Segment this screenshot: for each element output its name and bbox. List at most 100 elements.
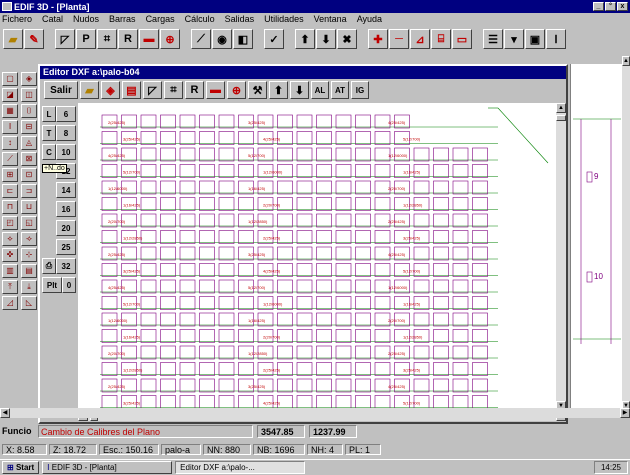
render-icon[interactable]: ◧ xyxy=(233,29,253,49)
tool-icon-23[interactable]: ✜ xyxy=(2,248,18,262)
target-icon[interactable]: ⊕ xyxy=(160,29,180,49)
layers-icon[interactable]: ◈ xyxy=(101,81,120,99)
p-button[interactable]: P xyxy=(76,29,96,49)
tool-icon-27[interactable]: ⤒ xyxy=(2,280,18,294)
column-icon[interactable]: Ⅰ xyxy=(546,29,566,49)
level-value[interactable]: 6 xyxy=(56,106,76,122)
tool-icon-4[interactable]: ◫ xyxy=(21,88,37,102)
edit-icon[interactable]: ✎ xyxy=(24,29,44,49)
plus-icon[interactable]: ✚ xyxy=(368,29,388,49)
tool-icon-3[interactable]: ◪ xyxy=(2,88,18,102)
menu-catal[interactable]: Catal xyxy=(42,14,63,24)
line-icon[interactable]: ─ xyxy=(389,29,409,49)
level-tag[interactable]: L xyxy=(42,106,56,122)
menu-barras[interactable]: Barras xyxy=(109,14,136,24)
level-value[interactable]: 20 xyxy=(56,220,76,236)
tool-icon-19[interactable]: ◰ xyxy=(2,216,18,230)
tool-icon-22[interactable]: ⟢ xyxy=(21,232,37,246)
up-arrow-icon[interactable]: ⬆ xyxy=(269,81,288,99)
taskbar-editor-button[interactable]: Editor DXF a:\palo-... xyxy=(175,461,306,474)
menu-utilidades[interactable]: Utilidades xyxy=(264,14,304,24)
beam-icon[interactable]: ▬ xyxy=(206,81,225,99)
print-icon[interactable]: ⎙ xyxy=(42,258,56,274)
tool-icon-12[interactable]: ⊠ xyxy=(21,152,37,166)
level-value[interactable]: 10 xyxy=(56,144,76,160)
ig-button[interactable]: IG xyxy=(351,81,369,99)
tool-icon-7[interactable]: Ⅰ xyxy=(2,120,18,134)
tool-icon-14[interactable]: ⊡ xyxy=(21,168,37,182)
r-button[interactable]: R xyxy=(118,29,138,49)
menu-ayuda[interactable]: Ayuda xyxy=(357,14,382,24)
main-horizontal-scrollbar[interactable]: ◀ ▶ xyxy=(0,408,630,418)
tool-icon-8[interactable]: ⊟ xyxy=(21,120,37,134)
structure-icon[interactable]: ⌗ xyxy=(164,81,183,99)
tool-icon-26[interactable]: ▤ xyxy=(21,264,37,278)
r-button[interactable]: R xyxy=(185,81,204,99)
scroll-up-icon[interactable]: ▲ xyxy=(556,103,566,113)
vertical-scrollbar[interactable]: ▲ ▼ xyxy=(556,103,566,411)
menu-salidas[interactable]: Salidas xyxy=(225,14,255,24)
minimize-button[interactable]: _ xyxy=(593,2,604,11)
start-button[interactable]: ⊞ Start xyxy=(2,461,40,474)
close-button[interactable]: x xyxy=(617,2,628,11)
level-value[interactable]: 8 xyxy=(56,125,76,141)
tool-icon-16[interactable]: ⊐ xyxy=(21,184,37,198)
menu-nudos[interactable]: Nudos xyxy=(73,14,99,24)
select-icon[interactable]: ◸ xyxy=(55,29,75,49)
tool-icon-9[interactable]: ↕ xyxy=(2,136,18,150)
camera-icon[interactable]: ◉ xyxy=(212,29,232,49)
frame-icon[interactable]: ⊿ xyxy=(410,29,430,49)
main-scroll-up-icon[interactable]: ▲ xyxy=(622,56,630,66)
structure-icon[interactable]: ⌗ xyxy=(97,29,117,49)
main-scroll-right-icon[interactable]: ▶ xyxy=(620,408,630,418)
window-icon[interactable]: ▣ xyxy=(525,29,545,49)
open-icon[interactable]: ▰ xyxy=(80,81,99,99)
main-scroll-left-icon[interactable]: ◀ xyxy=(0,408,10,418)
dropdown-icon[interactable]: ▾ xyxy=(504,29,524,49)
tool-icon-6[interactable]: ⌷ xyxy=(21,104,37,118)
tool-icon-15[interactable]: ⊏ xyxy=(2,184,18,198)
level-value[interactable]: 25 xyxy=(56,239,76,255)
down-arrow-icon[interactable]: ⬇ xyxy=(316,29,336,49)
view-icon[interactable]: ⟋ xyxy=(191,29,211,49)
tool-icon-1[interactable]: ▢ xyxy=(2,72,18,86)
block-icon[interactable]: ▭ xyxy=(452,29,472,49)
level-tag[interactable]: C xyxy=(42,144,56,160)
level-tag[interactable]: T xyxy=(42,125,56,141)
cross-icon[interactable]: ✖ xyxy=(337,29,357,49)
drawing-canvas[interactable]: 2(25/425) 3(25/425) 4(25/425) 3(25/425) 4(25… xyxy=(78,103,556,411)
menu-fichero[interactable]: Fichero xyxy=(2,14,32,24)
wrench-icon[interactable]: ⚒ xyxy=(248,81,267,99)
target-icon[interactable]: ⊕ xyxy=(227,81,246,99)
tool-icon-25[interactable]: ▥ xyxy=(2,264,18,278)
tool-icon-11[interactable]: ⟋ xyxy=(2,152,18,166)
tool-icon-24[interactable]: ⊹ xyxy=(21,248,37,262)
restore-button[interactable]: ° xyxy=(605,2,616,11)
select-icon[interactable]: ◸ xyxy=(143,81,162,99)
tool-icon-10[interactable]: ◬ xyxy=(21,136,37,150)
level-value[interactable]: 0 xyxy=(62,277,76,293)
level-tag[interactable]: Plt xyxy=(42,277,62,293)
at-button[interactable]: AT xyxy=(331,81,349,99)
menu-ventana[interactable]: Ventana xyxy=(314,14,347,24)
tool-icon-30[interactable]: ◺ xyxy=(21,296,37,310)
scroll-thumb[interactable] xyxy=(556,115,566,121)
tool-icon-29[interactable]: ◿ xyxy=(2,296,18,310)
down-arrow-icon[interactable]: ⬇ xyxy=(290,81,309,99)
main-vertical-scrollbar[interactable]: ▲ ▼ xyxy=(622,56,630,411)
level-value[interactable]: 16 xyxy=(56,201,76,217)
list-icon[interactable]: ☰ xyxy=(483,29,503,49)
tool-icon-18[interactable]: ⊔ xyxy=(21,200,37,214)
menu-cargas[interactable]: Cargas xyxy=(146,14,175,24)
up-arrow-icon[interactable]: ⬆ xyxy=(295,29,315,49)
tool-icon-13[interactable]: ⊞ xyxy=(2,168,18,182)
tool-icon-28[interactable]: ⤓ xyxy=(21,280,37,294)
taskbar-edif-button[interactable]: Ⅰ EDIF 3D - [Planta] xyxy=(42,461,173,474)
open-folder-icon[interactable]: ▰ xyxy=(3,29,23,49)
level-value[interactable]: 32 xyxy=(56,258,76,274)
tool-icon-2[interactable]: ◈ xyxy=(21,72,37,86)
table-icon[interactable]: ⌸ xyxy=(431,29,451,49)
salir-button[interactable]: Salir xyxy=(44,81,78,99)
tool-icon-21[interactable]: ⟡ xyxy=(2,232,18,246)
tool-icon-5[interactable]: ▦ xyxy=(2,104,18,118)
